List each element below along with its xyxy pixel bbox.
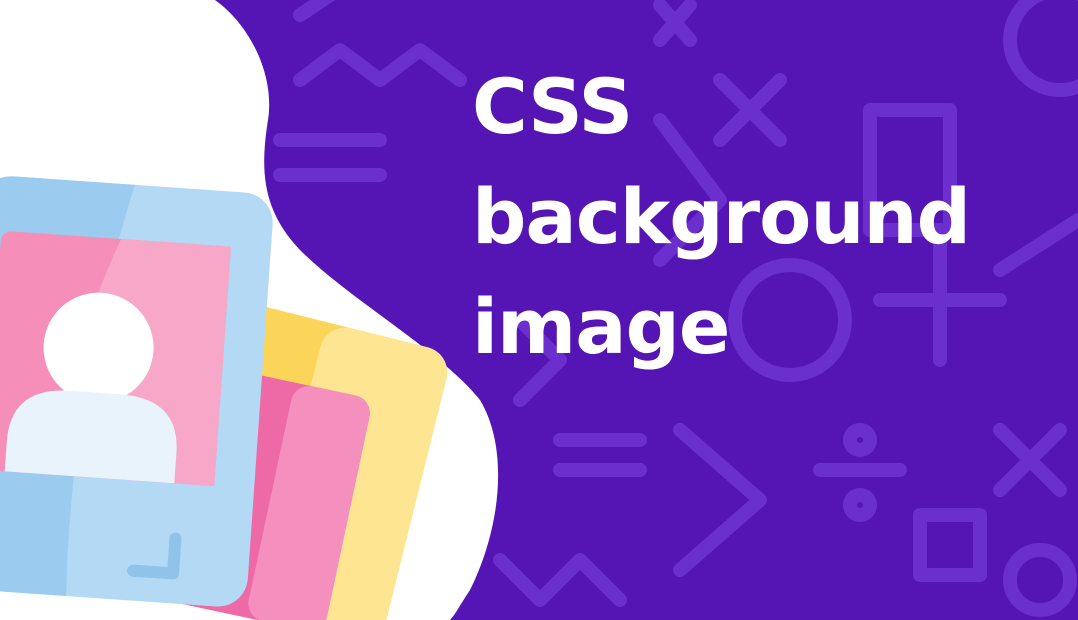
title-line-1: CSS	[472, 62, 633, 151]
title-line-2: background	[472, 172, 971, 261]
page-title: CSS background image	[472, 52, 971, 382]
title-line-3: image	[472, 282, 730, 371]
banner: CSS background image	[0, 0, 1078, 620]
